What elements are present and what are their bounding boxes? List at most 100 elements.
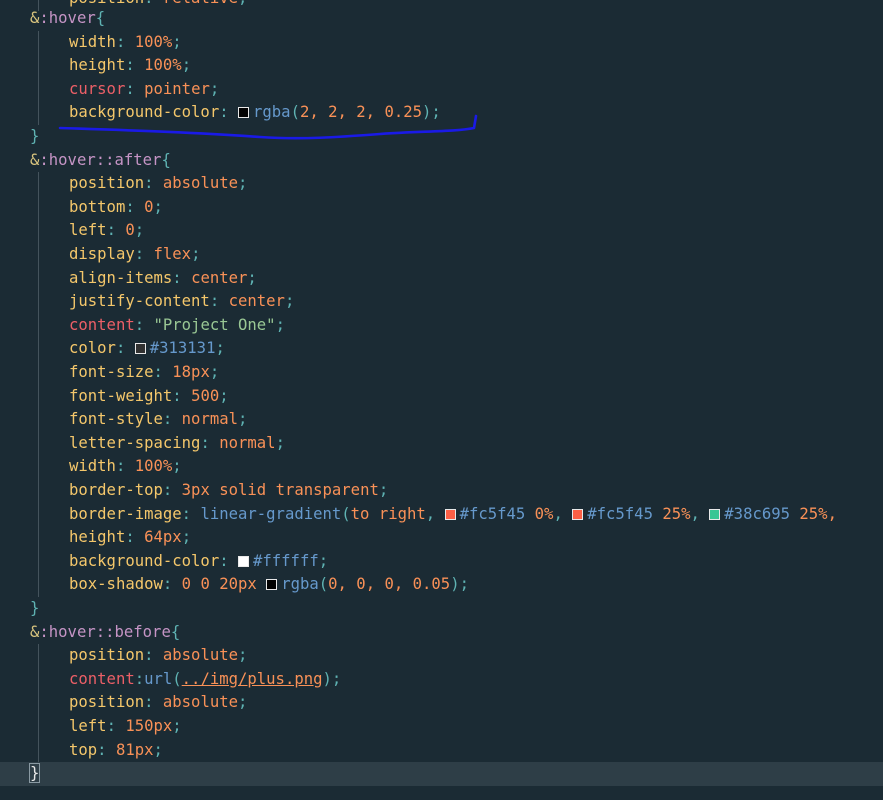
- semicolon: ;: [153, 197, 163, 216]
- property: width: [69, 457, 116, 476]
- code-line[interactable]: font-style: normal;: [0, 408, 883, 432]
- colon: :: [125, 79, 145, 98]
- colon: :: [106, 221, 126, 240]
- code-line[interactable]: left: 150px;: [0, 715, 883, 739]
- property: display: [69, 245, 135, 263]
- code-text: color: #313131;: [69, 337, 225, 361]
- property: font-weight: [69, 386, 173, 405]
- code-line[interactable]: font-size: 18px;: [0, 361, 883, 385]
- semicolon: ;: [331, 669, 342, 688]
- code-line[interactable]: top: 81px;: [0, 738, 883, 763]
- code-line[interactable]: letter-spacing: normal;: [0, 431, 883, 456]
- code-line[interactable]: cursor: pointer;: [0, 77, 883, 102]
- code-line[interactable]: height: 100%;: [0, 54, 883, 78]
- indent-guide: [38, 549, 39, 574]
- semicolon: ;: [209, 79, 220, 98]
- code-line[interactable]: }: [0, 597, 883, 621]
- indent-guide: [38, 479, 39, 503]
- indent-guide: [38, 431, 39, 456]
- value: absolute: [162, 174, 238, 193]
- selector-pseudo: :hover::after: [39, 150, 162, 169]
- semicolon: ;: [318, 551, 329, 570]
- code-text: &:hover::before{: [30, 621, 180, 645]
- code-line[interactable]: width: 100%;: [0, 30, 883, 55]
- property: box-shadow: [69, 575, 163, 594]
- colon: :: [219, 551, 238, 570]
- code-line[interactable]: height: 64px;: [0, 526, 883, 550]
- code-line[interactable]: }: [0, 125, 883, 149]
- selector-pseudo: :hover::before: [39, 622, 171, 641]
- code-line[interactable]: content: "Project One";: [0, 313, 883, 338]
- colon: :: [172, 386, 192, 405]
- value: 0: [181, 575, 192, 594]
- code-line[interactable]: width: 100%;: [0, 455, 883, 479]
- code-line[interactable]: &:hover::after{: [0, 149, 883, 173]
- paren: (: [318, 575, 329, 594]
- code-line[interactable]: position: absolute;: [0, 644, 883, 668]
- color-swatch[interactable]: [709, 508, 721, 520]
- semicolon: ;: [459, 575, 469, 594]
- code-line[interactable]: position: absolute;: [0, 172, 883, 196]
- code-line[interactable]: left: 0;: [0, 219, 883, 243]
- close-brace: }: [28, 763, 41, 784]
- code-text: font-size: 18px;: [69, 361, 219, 385]
- function-name: rgba: [253, 103, 291, 122]
- indent-guide: [38, 243, 39, 267]
- property: justify-content: [69, 292, 210, 311]
- code-line[interactable]: justify-content: center;: [0, 290, 883, 314]
- color-swatch[interactable]: [134, 343, 146, 355]
- code-line[interactable]: content:url(../img/plus.png);: [0, 667, 883, 692]
- colon: :: [162, 481, 182, 499]
- color-swatch[interactable]: [238, 555, 249, 567]
- code-line[interactable]: box-shadow: 0 0 20px rgba(0, 0, 0, 0.05)…: [0, 573, 883, 597]
- code-line[interactable]: color: #313131;: [0, 337, 883, 361]
- code-text: content: "Project One";: [69, 314, 285, 338]
- code-editor[interactable]: position: relative; &:hover{width: 100%;…: [0, 0, 883, 800]
- indent-guide: [38, 738, 39, 763]
- code-text: left: 150px;: [69, 715, 182, 739]
- function-name: linear-gradient: [200, 504, 342, 523]
- code-text: position: absolute;: [69, 691, 247, 715]
- colon: :: [97, 740, 116, 759]
- value: 18px: [172, 363, 210, 381]
- code-line[interactable]: align-items: center;: [0, 266, 883, 291]
- code-line[interactable]: bottom: 0;: [0, 195, 883, 220]
- code-line[interactable]: position: absolute;: [0, 691, 883, 715]
- color-swatch[interactable]: [266, 579, 278, 591]
- code-line[interactable]: display: flex;: [0, 243, 883, 267]
- color-swatch[interactable]: [572, 508, 584, 520]
- code-text: border-top: 3px solid transparent;: [69, 479, 388, 503]
- code-line[interactable]: font-weight: 500;: [0, 384, 883, 409]
- code-line[interactable]: border-image: linear-gradient(to right, …: [0, 502, 883, 527]
- indent-guide: [38, 455, 39, 479]
- property: height: [69, 528, 126, 547]
- property: border-top: [69, 481, 163, 499]
- colon: :: [115, 457, 135, 476]
- function-name: url: [144, 669, 173, 688]
- selector-ampersand: &: [30, 9, 40, 27]
- code-line[interactable]: }: [0, 762, 883, 786]
- semicolon: ;: [191, 245, 201, 263]
- indent-guide: [38, 691, 39, 715]
- property: align-items: [69, 268, 173, 287]
- code-text: align-items: center;: [69, 267, 257, 291]
- code-line[interactable]: border-top: 3px solid transparent;: [0, 479, 883, 503]
- code-line[interactable]: &:hover::before{: [0, 621, 883, 645]
- semicolon: ;: [172, 32, 182, 51]
- colon: :: [219, 103, 238, 122]
- colon: :: [115, 339, 135, 358]
- code-line[interactable]: background-color: rgba(2, 2, 2, 0.25);: [0, 101, 883, 125]
- indent-guide: [38, 313, 39, 338]
- color-swatch[interactable]: [444, 508, 456, 520]
- semicolon: ;: [431, 103, 441, 122]
- function-args: 0, 0, 0, 0.05: [328, 575, 451, 594]
- value: 0: [144, 197, 154, 216]
- value: 100%: [134, 457, 173, 476]
- code-line[interactable]: &:hover{: [0, 7, 883, 31]
- semicolon: ;: [215, 339, 225, 358]
- color-swatch[interactable]: [238, 107, 249, 119]
- property: width: [69, 32, 116, 51]
- code-line[interactable]: background-color: #ffffff;: [0, 549, 883, 574]
- paren: ): [322, 669, 332, 688]
